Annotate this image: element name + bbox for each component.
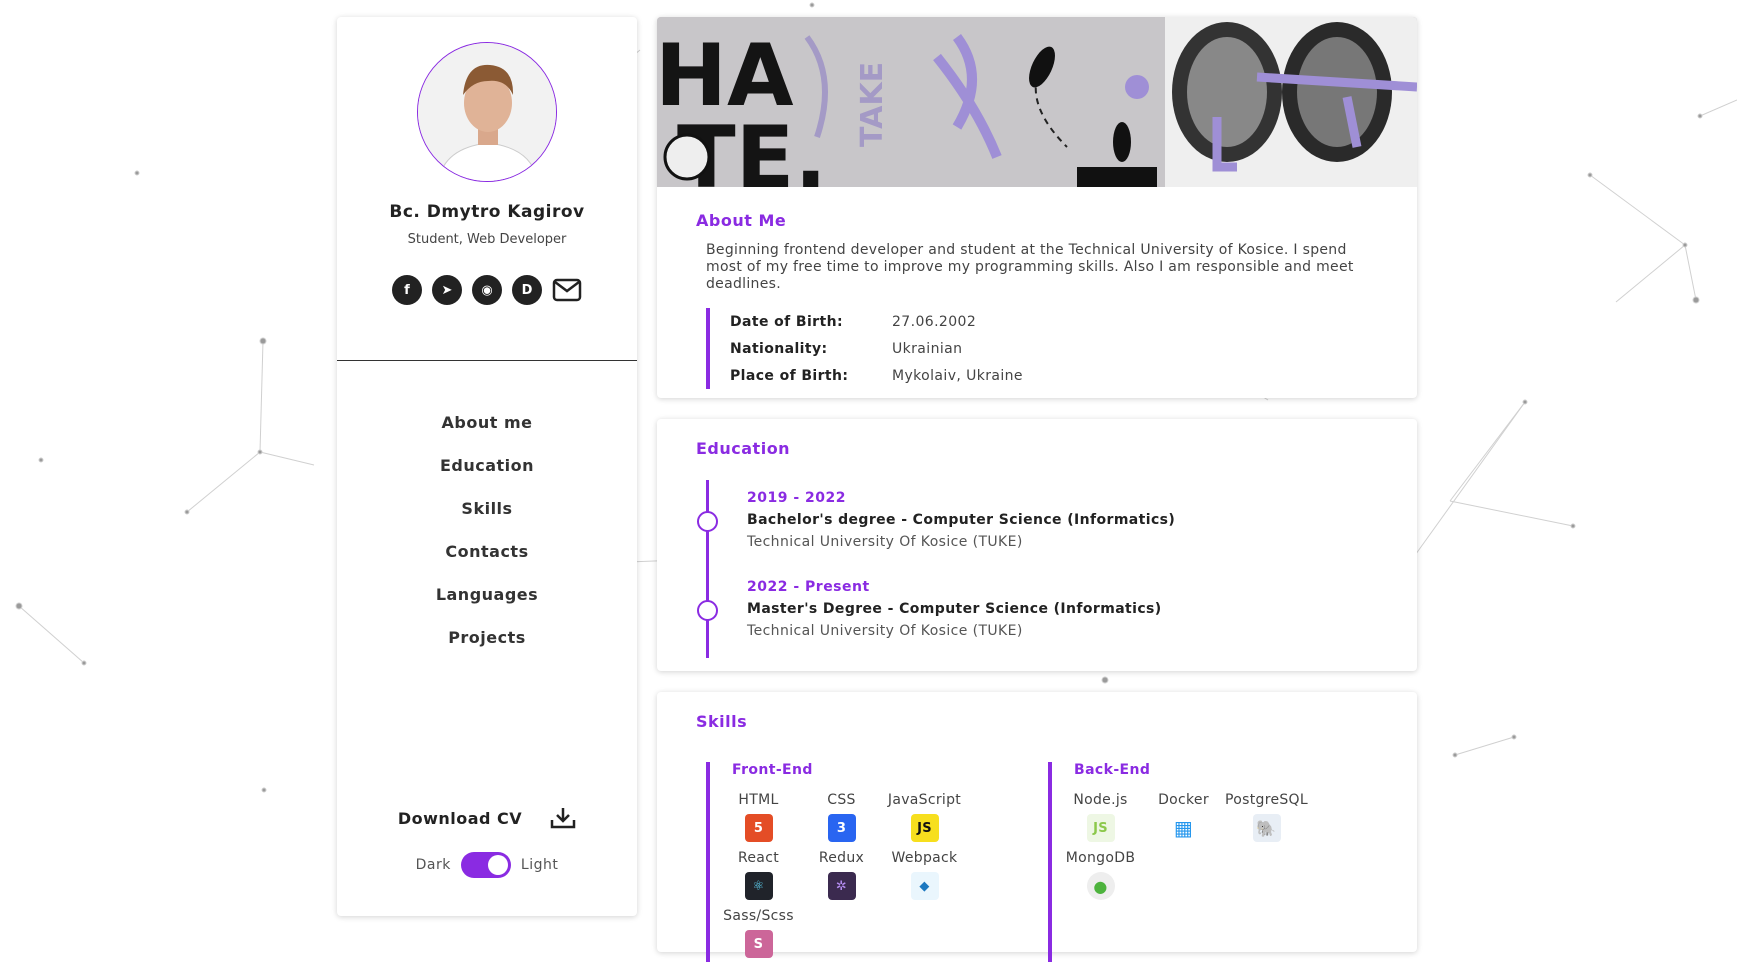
skill-name: MongoDB: [1065, 850, 1136, 866]
download-cv-label: Download CV: [397, 808, 523, 828]
skill-docker: Docker ▦: [1142, 792, 1225, 842]
info-label: Place of Birth:: [730, 367, 849, 384]
skill-sass: Sass/Scss S: [717, 908, 800, 958]
redux-icon: ✲: [827, 872, 856, 900]
education-card: Education 2019 - 2022 Bachelor's degree …: [657, 419, 1417, 671]
skill-redux: Redux ✲: [800, 850, 883, 900]
skill-mongodb: MongoDB ●: [1059, 850, 1142, 900]
education-item: 2022 - Present Master's Degree - Compute…: [747, 579, 1162, 639]
banner-image: HA TE. TAKE: [657, 17, 1417, 187]
skill-webpack: Webpack ◆: [883, 850, 966, 900]
info-value: Ukrainian: [892, 340, 963, 357]
backend-skills: Back-End Node.js JS Docker ▦ PostgreSQL 🐘 M…: [1048, 762, 1348, 962]
theme-toggle-knob: [487, 855, 508, 875]
skill-name: Node.js: [1073, 792, 1128, 808]
nav-item-projects[interactable]: Projects: [337, 616, 637, 659]
info-value: Mykolaiv, Ukraine: [892, 367, 1023, 384]
skill-name: Docker: [1158, 792, 1209, 808]
theme-toggle[interactable]: [460, 852, 511, 878]
telegram-icon[interactable]: ➤: [432, 275, 462, 305]
mongodb-icon: ●: [1086, 872, 1115, 900]
info-row-birth-date: Date of Birth: 27.06.2002: [730, 308, 1417, 335]
about-title: About Me: [696, 211, 787, 230]
docker-icon: ▦: [1169, 814, 1198, 842]
skill-name: JavaScript: [887, 792, 962, 808]
avatar: [417, 42, 557, 182]
personal-info: Date of Birth: 27.06.2002 Nationality: U…: [706, 308, 1417, 389]
skills-title: Skills: [696, 712, 748, 731]
skill-css: CSS 3: [800, 792, 883, 842]
about-card: HA TE. TAKE About Me Beginning frontend …: [657, 17, 1417, 398]
education-timeline: 2019 - 2022 Bachelor's degree - Computer…: [697, 480, 1417, 658]
skill-react: React ⚛: [717, 850, 800, 900]
backend-skill-grid: Node.js JS Docker ▦ PostgreSQL 🐘 MongoDB ●: [1059, 792, 1348, 900]
react-icon: ⚛: [744, 872, 773, 900]
skill-nodejs: Node.js JS: [1059, 792, 1142, 842]
javascript-icon: JS: [910, 814, 939, 842]
education-item: 2019 - 2022 Bachelor's degree - Computer…: [747, 490, 1175, 550]
skill-name: CSS: [827, 792, 856, 808]
sidebar: Bc. Dmytro Kagirov Student, Web Develope…: [337, 17, 637, 916]
skill-name: Redux: [818, 850, 865, 866]
sass-icon: S: [744, 930, 773, 958]
education-degree: Master's Degree - Computer Science (Info…: [747, 601, 1162, 617]
info-label: Date of Birth:: [730, 313, 843, 330]
frontend-skills: Front-End HTML 5 CSS 3 JavaScript JS React ⚛…: [706, 762, 1006, 962]
css3-icon: 3: [827, 814, 856, 842]
nav-item-about[interactable]: About me: [337, 401, 637, 444]
skills-card: Skills Front-End HTML 5 CSS 3 JavaScript JS…: [657, 692, 1417, 962]
skill-html: HTML 5: [717, 792, 800, 842]
social-links: f ➤ ◉ D: [337, 275, 637, 305]
facebook-icon[interactable]: f: [392, 275, 422, 305]
webpack-icon: ◆: [910, 872, 939, 900]
profile-card: Bc. Dmytro Kagirov Student, Web Develope…: [337, 42, 637, 361]
timeline-line: [706, 480, 709, 658]
timeline-dot: [697, 511, 718, 532]
theme-dark-label: Dark: [415, 857, 451, 873]
education-school: Technical University Of Kosice (TUKE): [747, 623, 1023, 639]
info-value: 27.06.2002: [892, 313, 977, 330]
nav-item-education[interactable]: Education: [337, 444, 637, 487]
skill-name: React: [738, 850, 779, 866]
backend-title: Back-End: [1074, 762, 1151, 778]
section-nav: About me Education Skills Contacts Langu…: [337, 401, 637, 659]
github-icon[interactable]: ◉: [472, 275, 502, 305]
about-text: Beginning frontend developer and student…: [706, 242, 1354, 292]
nav-item-languages[interactable]: Languages: [337, 573, 637, 616]
postgresql-icon: 🐘: [1252, 814, 1281, 842]
discord-icon[interactable]: D: [512, 275, 542, 305]
education-school: Technical University Of Kosice (TUKE): [747, 534, 1023, 550]
frontend-skill-grid: HTML 5 CSS 3 JavaScript JS React ⚛ Redux ✲ We…: [717, 792, 1006, 958]
info-label: Nationality:: [730, 340, 828, 357]
skill-postgresql: PostgreSQL 🐘: [1225, 792, 1308, 842]
skill-name: Sass/Scss: [723, 908, 794, 924]
mail-icon[interactable]: [552, 275, 582, 305]
nav-item-skills[interactable]: Skills: [337, 487, 637, 530]
info-row-nationality: Nationality: Ukrainian: [730, 335, 1417, 362]
theme-light-label: Light: [520, 857, 559, 873]
skill-javascript: JavaScript JS: [883, 792, 966, 842]
education-title: Education: [696, 439, 791, 458]
info-row-birth-place: Place of Birth: Mykolaiv, Ukraine: [730, 362, 1417, 389]
download-icon: [550, 808, 576, 829]
education-period: 2019 - 2022: [747, 490, 846, 506]
timeline-dot: [697, 600, 718, 621]
nav-item-contacts[interactable]: Contacts: [337, 530, 637, 573]
skill-name: PostgreSQL: [1225, 792, 1308, 808]
profile-role: Student, Web Developer: [407, 232, 567, 247]
education-period: 2022 - Present: [747, 579, 870, 595]
download-cv-button[interactable]: Download CV: [337, 807, 637, 829]
html5-icon: 5: [744, 814, 773, 842]
skill-name: Webpack: [891, 850, 958, 866]
theme-switcher: Dark Light: [337, 852, 637, 878]
profile-name: Bc. Dmytro Kagirov: [389, 202, 585, 222]
education-degree: Bachelor's degree - Computer Science (In…: [747, 512, 1176, 528]
frontend-title: Front-End: [732, 762, 813, 778]
nodejs-icon: JS: [1086, 814, 1115, 842]
skill-name: HTML: [738, 792, 779, 808]
svg-text:TAKE: TAKE: [855, 62, 890, 147]
